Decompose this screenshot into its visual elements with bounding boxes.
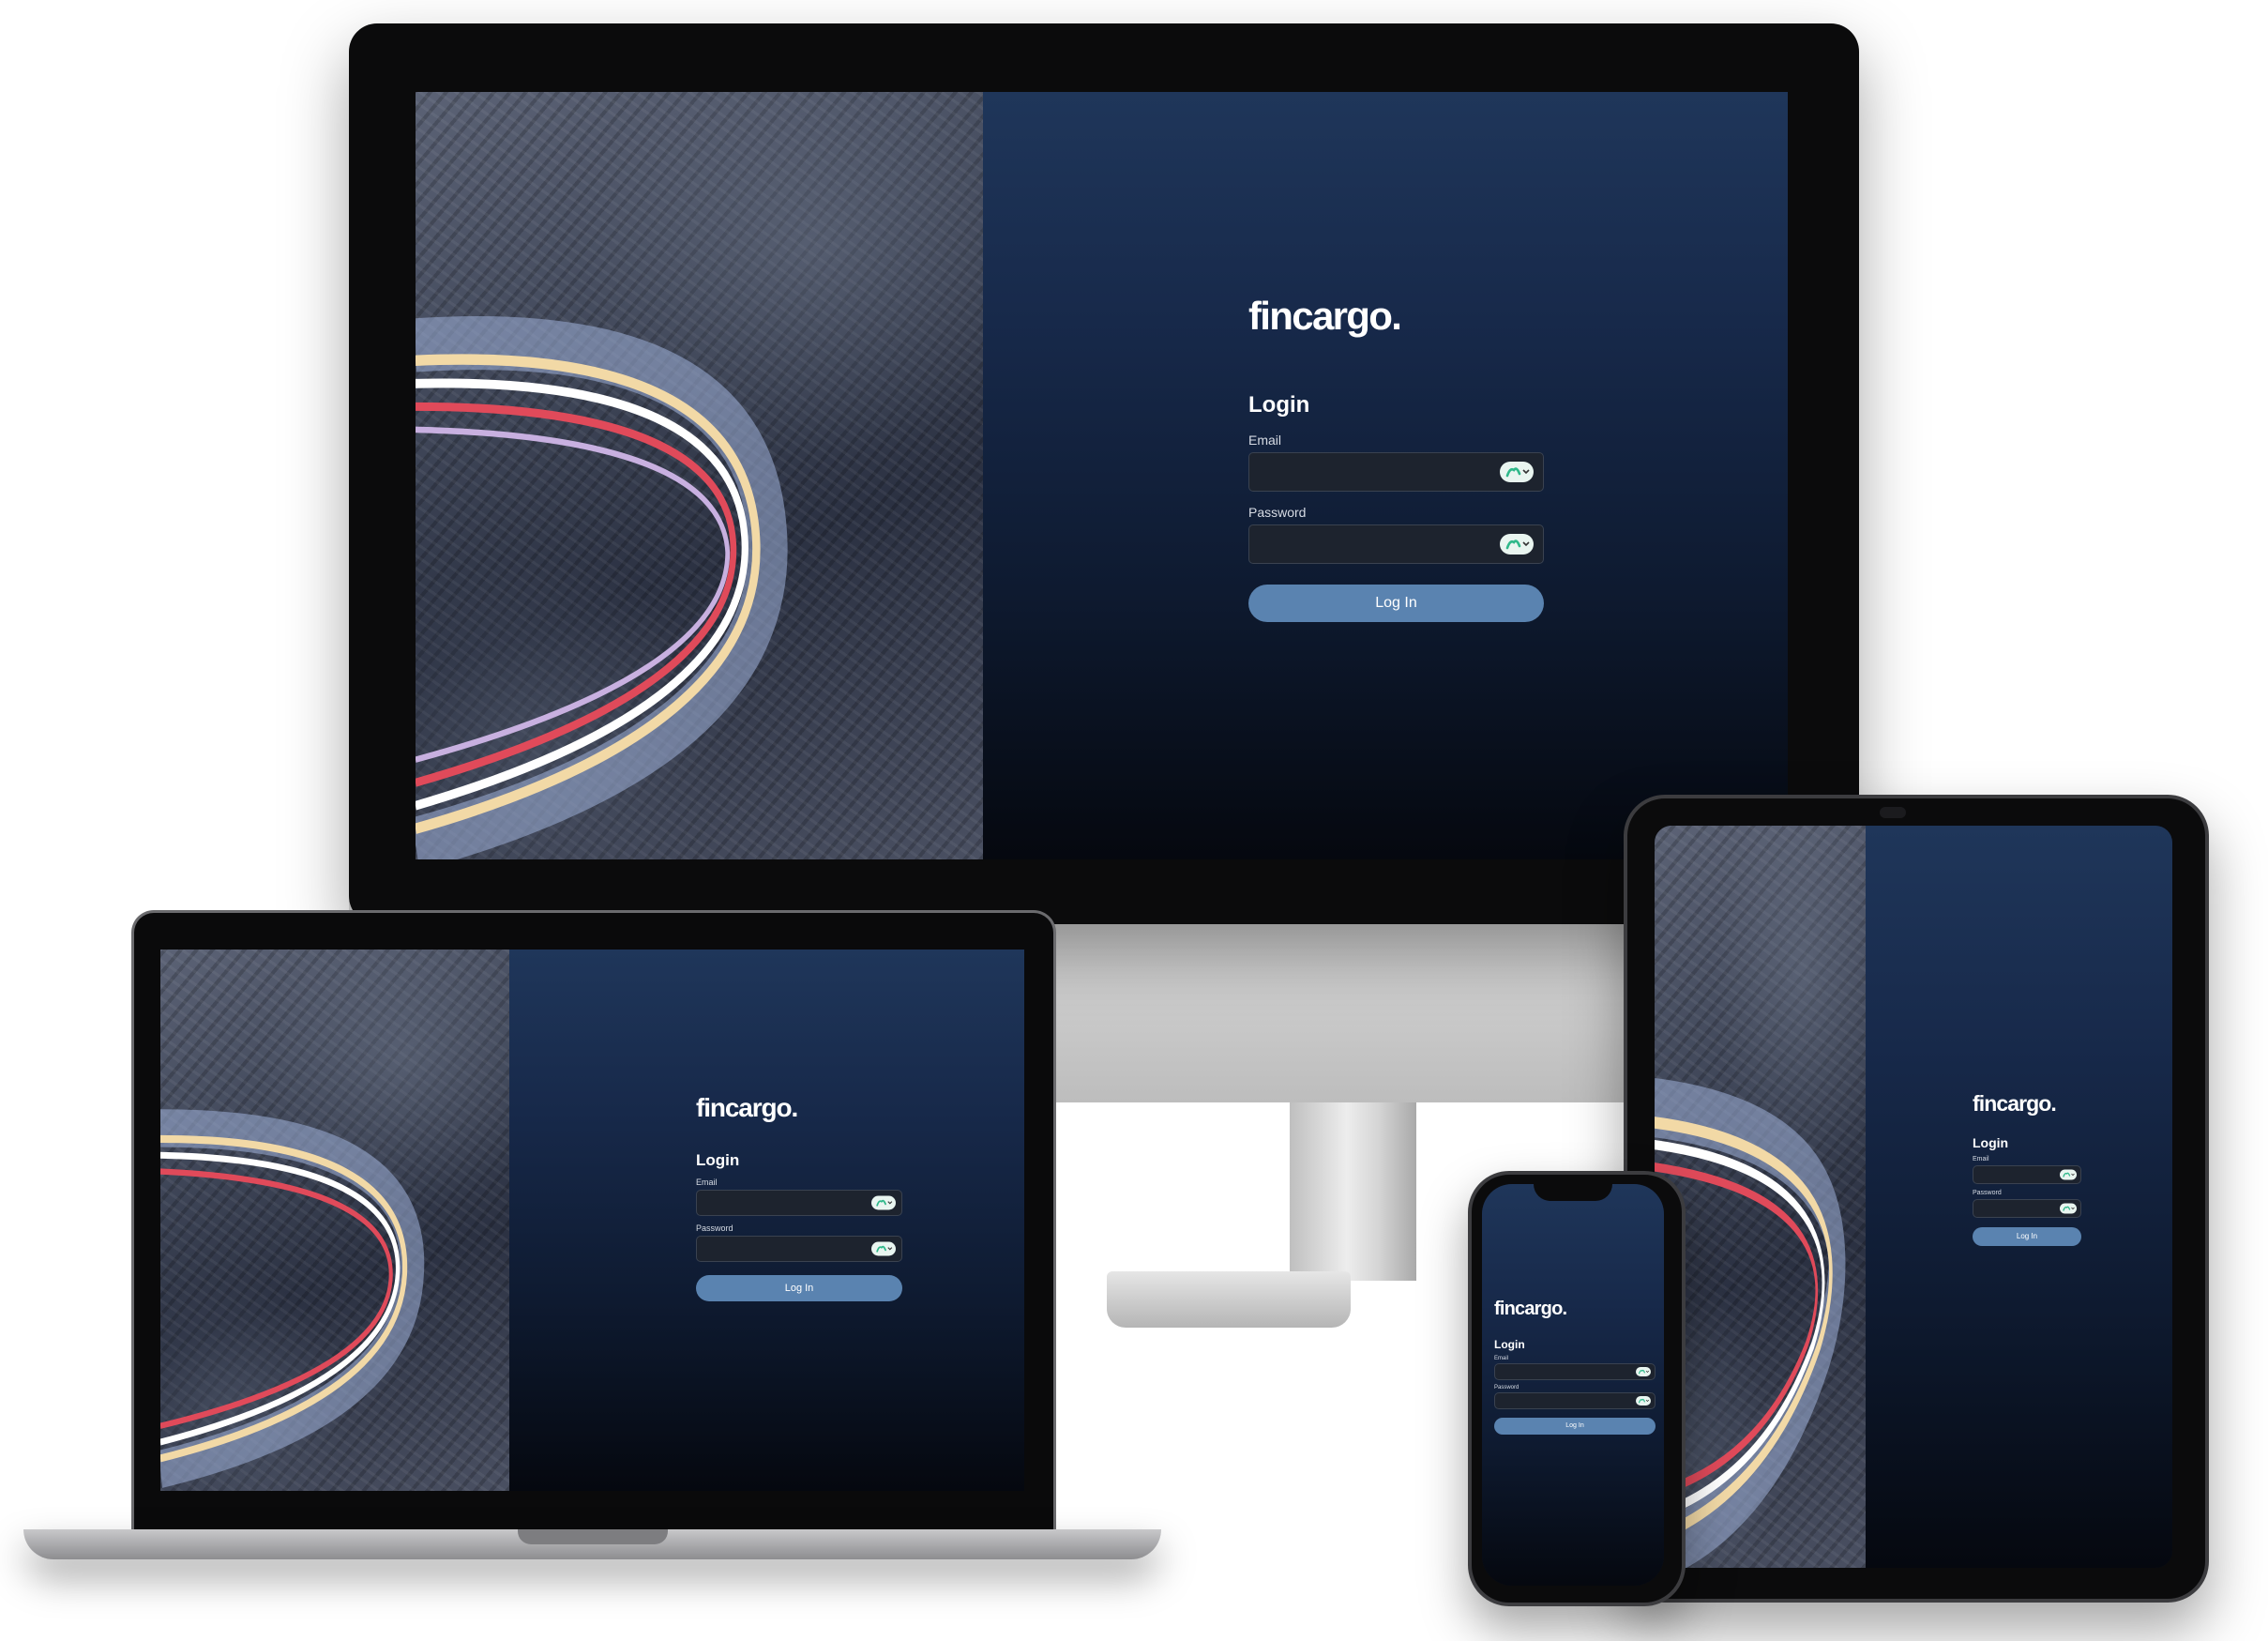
- log-in-button[interactable]: Log In: [1973, 1227, 2081, 1246]
- password-manager-icon[interactable]: [1500, 462, 1534, 482]
- password-manager-icon[interactable]: [871, 1241, 896, 1256]
- password-label: Password: [1494, 1385, 1520, 1390]
- brand-logo: fincargo.: [1973, 1091, 2057, 1116]
- password-manager-icon[interactable]: [1636, 1396, 1651, 1405]
- tablet-screen: fincargo. Login Email Password Log In: [1655, 826, 2172, 1568]
- login-panel: fincargo. Login Email Password Log In: [1866, 826, 2172, 1568]
- phone-screen: fincargo. Login Email Password Log In: [1482, 1184, 1664, 1586]
- brand-logo: fincargo.: [1248, 294, 1402, 338]
- password-manager-icon[interactable]: [1636, 1367, 1651, 1376]
- laptop-trackpad-notch: [518, 1529, 668, 1544]
- hero-photo: [1655, 826, 1866, 1568]
- monitor-stand-base: [1107, 1271, 1351, 1328]
- email-label: Email: [1494, 1356, 1509, 1361]
- password-label: Password: [696, 1223, 733, 1233]
- password-field[interactable]: [1973, 1199, 2081, 1218]
- email-label: Email: [1973, 1156, 1989, 1162]
- brand-logo: fincargo.: [1494, 1299, 1567, 1319]
- email-field[interactable]: [1494, 1363, 1656, 1380]
- password-label: Password: [1973, 1190, 2002, 1196]
- password-field[interactable]: [696, 1236, 902, 1262]
- log-in-button[interactable]: Log In: [696, 1275, 902, 1301]
- login-heading: Login: [1494, 1338, 1525, 1351]
- login-heading: Login: [696, 1151, 740, 1169]
- tablet-camera: [1880, 807, 1906, 818]
- login-panel: fincargo. Login Email Password Log In: [983, 92, 1788, 859]
- laptop-screen: fincargo. Login Email Password Log In: [160, 950, 1024, 1491]
- password-manager-icon[interactable]: [1500, 534, 1534, 555]
- log-in-button[interactable]: Log In: [1248, 585, 1544, 622]
- login-panel: fincargo. Login Email Password Log In: [1482, 1184, 1664, 1586]
- login-heading: Login: [1973, 1135, 2009, 1150]
- email-field[interactable]: [1973, 1165, 2081, 1184]
- password-field[interactable]: [1248, 524, 1544, 564]
- log-in-button[interactable]: Log In: [1494, 1418, 1656, 1435]
- hero-photo: [160, 950, 509, 1491]
- password-manager-icon[interactable]: [2060, 1203, 2077, 1214]
- password-manager-icon[interactable]: [871, 1195, 896, 1210]
- brand-logo: fincargo.: [696, 1093, 798, 1122]
- phone-notch: [1534, 1184, 1612, 1201]
- password-label: Password: [1248, 505, 1307, 520]
- password-field[interactable]: [1494, 1392, 1656, 1409]
- login-panel: fincargo. Login Email Password Log In: [509, 950, 1024, 1491]
- email-field[interactable]: [696, 1190, 902, 1216]
- password-manager-icon[interactable]: [2060, 1169, 2077, 1180]
- hero-photo: [416, 92, 983, 859]
- email-field[interactable]: [1248, 452, 1544, 492]
- login-heading: Login: [1248, 392, 1310, 418]
- email-label: Email: [696, 1178, 718, 1187]
- email-label: Email: [1248, 433, 1282, 448]
- desktop-screen: fincargo. Login Email Password Log In: [416, 92, 1788, 859]
